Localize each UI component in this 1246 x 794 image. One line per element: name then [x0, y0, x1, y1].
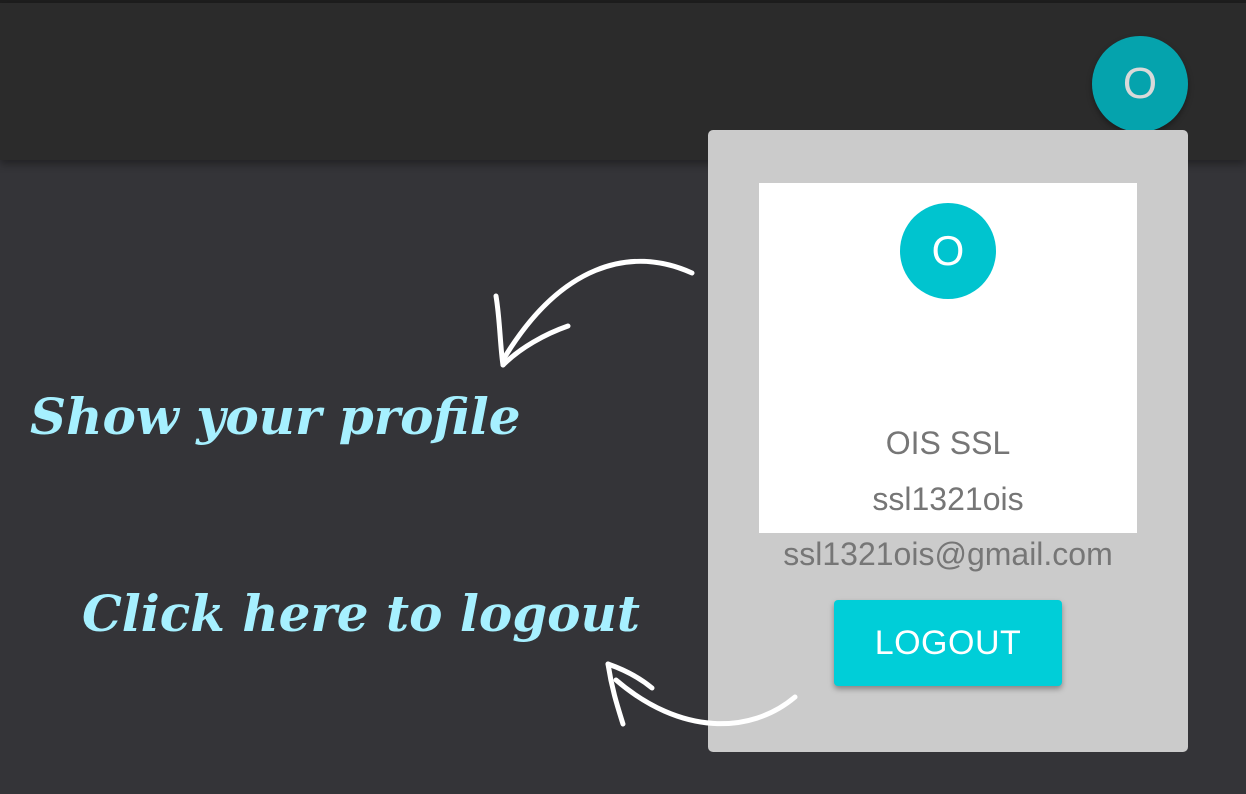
logout-hint-annotation: Click here to logout [82, 584, 640, 643]
profile-avatar: O [900, 203, 996, 299]
profile-name: OIS SSL [885, 425, 1011, 461]
curved-arrow-icon [493, 258, 695, 368]
profile-hint-annotation: Show your profile [30, 387, 521, 446]
profile-card: O OIS SSL ssl1321ois ssl1321ois@gmail.co… [759, 183, 1137, 572]
account-avatar-button[interactable]: O [1092, 36, 1188, 132]
profile-dropdown-menu: O OIS SSL ssl1321ois ssl1321ois@gmail.co… [708, 130, 1188, 752]
profile-username: ssl1321ois [872, 481, 1024, 517]
profile-email: ssl1321ois@gmail.com [783, 536, 1113, 572]
logout-button[interactable]: LOGOUT [834, 600, 1062, 686]
